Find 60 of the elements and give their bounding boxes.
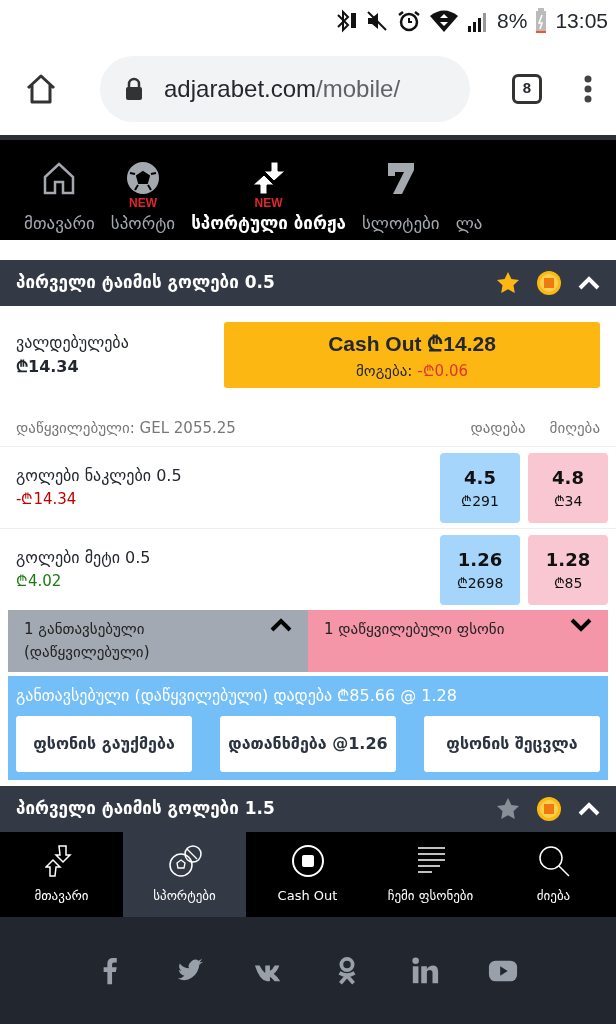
selection-name: გოლები ნაკლები 0.5 bbox=[16, 465, 182, 488]
seven-icon bbox=[385, 160, 416, 195]
exchange-arrows-icon bbox=[251, 160, 286, 195]
liability-label: ვალდებულება bbox=[16, 332, 129, 354]
market-title: პირველი ტაიმის გოლები 1.5 bbox=[16, 797, 275, 821]
battery-icon bbox=[535, 8, 548, 34]
back-odds-button[interactable]: 4.5 ₾291 bbox=[440, 452, 520, 523]
address-bar[interactable]: adjarabet.com/mobile/ bbox=[100, 55, 470, 122]
chevron-up-icon[interactable] bbox=[578, 276, 600, 290]
bottom-nav-item[interactable]: მთავარი bbox=[0, 832, 123, 917]
chevron-up-icon[interactable] bbox=[578, 802, 600, 816]
star-icon[interactable] bbox=[496, 797, 520, 821]
matched-amount: დაწყვილებული: GEL 2055.25 bbox=[16, 417, 236, 439]
profit-loss: ₾4.02 bbox=[16, 571, 63, 593]
nav-tab[interactable]: ლა bbox=[455, 194, 483, 236]
cash-out-button[interactable]: Cash Out ₾14.28 მოგება: -₾0.06 bbox=[224, 322, 600, 388]
bottom-nav-item[interactable]: ძიება bbox=[492, 832, 615, 917]
new-label: NEW bbox=[254, 195, 283, 210]
column-header: დადება bbox=[470, 417, 526, 439]
house-icon bbox=[42, 160, 77, 195]
nav-tab[interactable]: სლოტები bbox=[361, 160, 440, 236]
lock-icon bbox=[124, 76, 144, 101]
bet-action-button[interactable]: ფსონის გაუქმება bbox=[16, 716, 192, 772]
ball-icon bbox=[126, 160, 160, 195]
search-icon bbox=[536, 843, 571, 878]
chevron-up-icon bbox=[270, 618, 292, 632]
liability-amount: ₾14.34 bbox=[16, 356, 80, 378]
new-label: NEW bbox=[129, 195, 157, 210]
cash-out-icon[interactable] bbox=[536, 270, 562, 296]
bottom-nav-item[interactable]: Cash Out bbox=[246, 832, 369, 917]
lay-odds-button[interactable]: 1.28 ₾85 bbox=[528, 534, 608, 605]
bet-action-button[interactable]: დათანხმება @1.26 bbox=[220, 716, 396, 772]
lay-odds-button[interactable]: 4.8 ₾34 bbox=[528, 452, 608, 523]
market-title: პირველი ტაიმის გოლები 0.5 bbox=[16, 271, 275, 295]
clock-time: 13:05 bbox=[555, 8, 608, 35]
bets-toggle[interactable]: 1 განთავსებული (დაწყვილებული) bbox=[8, 610, 308, 672]
alarm-icon bbox=[397, 9, 422, 33]
wifi-icon bbox=[429, 9, 460, 33]
cash-out-icon[interactable] bbox=[536, 796, 562, 822]
bet-summary: განთავსებული (დაწყვილებული) დადება ₾85.66 @ 1.28 bbox=[16, 685, 458, 707]
stop-circle-icon bbox=[290, 843, 325, 878]
battery-percent: 8% bbox=[497, 8, 528, 35]
nav-tab[interactable]: მთავარი bbox=[24, 160, 95, 236]
tab-count-button[interactable]: 8 bbox=[512, 73, 542, 104]
bottom-nav-item[interactable]: ჩემი ფსონები bbox=[369, 832, 492, 917]
back-odds-button[interactable]: 1.26 ₾2698 bbox=[440, 534, 520, 605]
bets-toggle[interactable]: 1 დაწყვილებული ფსონი bbox=[308, 610, 608, 672]
bet-action-button[interactable]: ფსონის შეცვლა bbox=[424, 716, 600, 772]
bottom-nav-item[interactable]: სპორტები bbox=[123, 832, 246, 917]
nav-tab[interactable]: NEW სპორტი bbox=[110, 160, 176, 236]
star-icon[interactable] bbox=[496, 271, 520, 295]
more-menu-icon[interactable] bbox=[584, 74, 592, 103]
linkedin-icon[interactable] bbox=[410, 955, 440, 986]
chevron-down-icon bbox=[570, 618, 592, 632]
selection-name: გოლები მეტი 0.5 bbox=[16, 547, 151, 570]
column-header: მიღება bbox=[549, 417, 600, 439]
nav-tab[interactable]: NEW სპორტული ბირჟა bbox=[191, 160, 346, 236]
bluetooth-icon bbox=[335, 8, 358, 34]
balls-icon bbox=[167, 843, 202, 878]
profit-loss: -₾14.34 bbox=[16, 489, 78, 511]
